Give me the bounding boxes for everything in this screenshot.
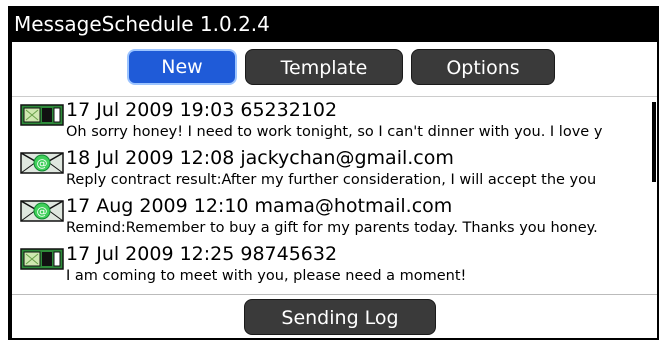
message-preview: Oh sorry honey! I need to work tonight, … — [66, 124, 603, 140]
message-header: 17 Jul 2009 19:03 65232102 — [66, 99, 338, 121]
main-screen: New Template Options 17 Jul 2009 19:03 6… — [12, 42, 657, 338]
scrollbar[interactable] — [652, 102, 656, 182]
list-item[interactable]: 17 Jul 2009 19:03 65232102 Oh sorry hone… — [12, 97, 657, 144]
app-title: MessageSchedule 1.0.2.4 — [8, 6, 659, 42]
message-header: 17 Jul 2009 12:25 98745632 — [66, 243, 338, 265]
message-list[interactable]: 17 Jul 2009 19:03 65232102 Oh sorry hone… — [12, 96, 657, 295]
sms-icon — [20, 104, 64, 126]
list-item[interactable]: @ 17 Aug 2009 12:10 mama@hotmail.com Rem… — [12, 193, 657, 240]
list-item[interactable]: @ 18 Jul 2009 12:08 jackychan@gmail.com … — [12, 145, 657, 192]
options-button[interactable]: Options — [411, 49, 555, 85]
sms-icon — [20, 248, 64, 270]
svg-text:@: @ — [37, 157, 48, 170]
message-header: 18 Jul 2009 12:08 jackychan@gmail.com — [66, 147, 454, 169]
message-preview: Remind:Remember to buy a gift for my par… — [66, 220, 598, 236]
device-frame: MessageSchedule 1.0.2.4 New Template Opt… — [8, 6, 659, 340]
toolbar: New Template Options — [12, 42, 657, 92]
list-item[interactable]: 17 Jul 2009 12:25 98745632 I am coming t… — [12, 241, 657, 288]
sending-log-button[interactable]: Sending Log — [244, 299, 436, 335]
message-preview: Reply contract result:After my further c… — [66, 172, 597, 188]
svg-text:@: @ — [37, 205, 48, 218]
message-header: 17 Aug 2009 12:10 mama@hotmail.com — [66, 195, 453, 217]
new-button[interactable]: New — [127, 49, 237, 85]
footer-bar: Sending Log — [12, 294, 657, 338]
email-icon: @ — [20, 152, 64, 174]
template-button[interactable]: Template — [245, 49, 403, 85]
email-icon: @ — [20, 200, 64, 222]
message-preview: I am coming to meet with you, please nee… — [66, 268, 467, 284]
